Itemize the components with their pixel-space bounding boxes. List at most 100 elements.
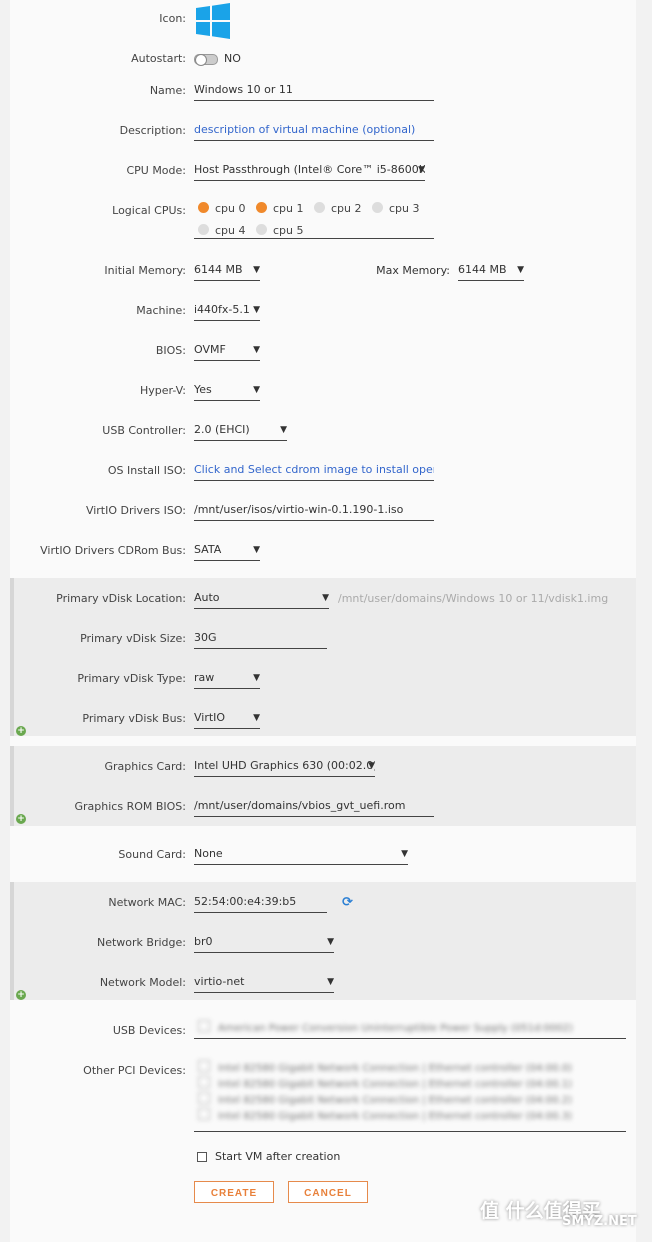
max-memory-select[interactable]: 6144 MB ▼ [458, 262, 524, 281]
graphics-card-select[interactable]: Intel UHD Graphics 630 (00:02.0) ▼ [194, 758, 375, 777]
virtio-bus-select[interactable]: SATA ▼ [194, 542, 260, 561]
graphics-rom-label: Graphics ROM BIOS: [74, 800, 187, 813]
vdisk-type-label: Primary vDisk Type: [77, 672, 186, 685]
vdisk-section: Primary vDisk Location: Auto ▼ /mnt/user… [10, 578, 636, 736]
usb-controller-select[interactable]: 2.0 (EHCI) ▼ [194, 422, 287, 441]
machine-label: Machine: [136, 304, 186, 317]
graphics-card-label: Graphics Card: [104, 760, 186, 773]
graphics-rom-input[interactable]: /mnt/user/domains/vbios_gvt_uefi.rom [194, 798, 434, 817]
usb-device-item[interactable]: American Power Conversion Uninterruptibl… [198, 1020, 573, 1034]
vdisk-type-select[interactable]: raw ▼ [194, 670, 260, 689]
chevron-down-icon: ▼ [253, 345, 260, 355]
network-bridge-label: Network Bridge: [97, 936, 186, 949]
autostart-label: Autostart: [131, 52, 186, 65]
usb-device-list: American Power Conversion Uninterruptibl… [194, 1018, 626, 1039]
vdisk-bus-select[interactable]: VirtIO ▼ [194, 710, 260, 729]
start-vm-checkbox[interactable] [197, 1152, 207, 1162]
vdisk-location-label: Primary vDisk Location: [56, 592, 186, 605]
chevron-down-icon: ▼ [327, 937, 334, 947]
chevron-down-icon: ▼ [253, 545, 260, 555]
vm-form: Icon: Autostart: NO Name: Windows 10 or … [10, 0, 637, 1242]
refresh-icon[interactable]: ⟳ [342, 895, 353, 910]
watermark-sub: SMYZ.NET [562, 1214, 637, 1229]
description-input[interactable]: description of virtual machine (optional… [194, 122, 434, 141]
cancel-button[interactable]: CANCEL [288, 1181, 368, 1203]
chevron-down-icon: ▼ [253, 305, 260, 315]
create-button[interactable]: CREATE [194, 1181, 274, 1203]
pci-device-item[interactable]: Intel 82580 Gigabit Network Connection |… [198, 1076, 572, 1090]
graphics-section: Graphics Card: Intel UHD Graphics 630 (0… [10, 746, 636, 826]
cpu-indicator-icon [256, 202, 267, 213]
cpu-mode-select[interactable]: Host Passthrough (Intel® Core™ i5-8600K)… [194, 162, 425, 181]
autostart-toggle[interactable] [194, 54, 218, 66]
pci-device-item[interactable]: Intel 82580 Gigabit Network Connection |… [198, 1060, 572, 1074]
chevron-down-icon: ▼ [401, 849, 408, 859]
machine-select[interactable]: i440fx-5.1 ▼ [194, 302, 260, 321]
usb-controller-label: USB Controller: [102, 424, 186, 437]
checkbox-icon [198, 1092, 210, 1104]
cpu-0-checkbox[interactable]: cpu 0 [198, 202, 246, 215]
icon-label: Icon: [159, 12, 186, 25]
name-input[interactable]: Windows 10 or 11 [194, 82, 434, 101]
add-network-icon[interactable]: + [16, 990, 26, 1000]
sound-select[interactable]: None ▼ [194, 846, 408, 865]
vdisk-path: /mnt/user/domains/Windows 10 or 11/vdisk… [338, 592, 609, 605]
initial-memory-select[interactable]: 6144 MB ▼ [194, 262, 260, 281]
bios-label: BIOS: [155, 344, 186, 357]
logical-cpus-row: Logical CPUs: cpu 0 cpu 1 cpu 2 cpu 3 cp… [10, 202, 636, 246]
pci-devices-label: Other PCI Devices: [83, 1064, 186, 1077]
pci-device-item[interactable]: Intel 82580 Gigabit Network Connection |… [198, 1092, 572, 1106]
cpu-indicator-icon [256, 224, 267, 235]
cpu-indicator-icon [372, 202, 383, 213]
pci-device-item[interactable]: Intel 82580 Gigabit Network Connection |… [198, 1108, 572, 1122]
network-mac-input[interactable]: 52:54:00:e4:39:b5 [194, 894, 327, 913]
hyperv-select[interactable]: Yes ▼ [194, 382, 260, 401]
pci-device-list: Intel 82580 Gigabit Network Connection |… [194, 1056, 626, 1132]
cpu-2-checkbox[interactable]: cpu 2 [314, 202, 362, 215]
start-vm-label: Start VM after creation [215, 1150, 341, 1163]
bios-select[interactable]: OVMF ▼ [194, 342, 260, 361]
cpu-indicator-icon [314, 202, 325, 213]
name-label: Name: [149, 84, 186, 97]
chevron-down-icon: ▼ [253, 385, 260, 395]
os-iso-input[interactable]: Click and Select cdrom image to install … [194, 462, 434, 481]
chevron-down-icon: ▼ [253, 265, 260, 275]
cpu-4-checkbox[interactable]: cpu 4 [198, 224, 246, 237]
cpu-1-checkbox[interactable]: cpu 1 [256, 202, 304, 215]
checkbox-icon [198, 1020, 210, 1032]
add-graphics-icon[interactable]: + [16, 814, 26, 824]
vdisk-bus-label: Primary vDisk Bus: [82, 712, 186, 725]
chevron-down-icon: ▼ [322, 593, 329, 603]
chevron-down-icon: ▼ [253, 713, 260, 723]
virtio-bus-label: VirtIO Drivers CDRom Bus: [40, 544, 186, 557]
vdisk-location-select[interactable]: Auto ▼ [194, 590, 329, 609]
add-vdisk-icon[interactable]: + [16, 726, 26, 736]
hyperv-label: Hyper-V: [139, 384, 186, 397]
vdisk-size-label: Primary vDisk Size: [80, 632, 186, 645]
chevron-down-icon: ▼ [418, 165, 425, 175]
virtio-iso-label: VirtIO Drivers ISO: [85, 504, 186, 517]
watermark: 值 什么值得买 SMYZ.NET [480, 1196, 637, 1229]
checkbox-icon [198, 1060, 210, 1072]
description-label: Description: [119, 124, 186, 137]
vdisk-size-input[interactable]: 30G [194, 630, 327, 649]
cpu-list: cpu 0 cpu 1 cpu 2 cpu 3 cpu 4 cpu 5 [194, 198, 434, 239]
autostart-value: NO [224, 52, 241, 65]
chevron-down-icon: ▼ [368, 761, 375, 771]
cpu-indicator-icon [198, 224, 209, 235]
network-bridge-select[interactable]: br0 ▼ [194, 934, 334, 953]
windows-logo-icon[interactable] [196, 2, 230, 40]
cpu-5-checkbox[interactable]: cpu 5 [256, 224, 304, 237]
logical-cpus-label: Logical CPUs: [112, 204, 186, 217]
virtio-iso-input[interactable]: /mnt/user/isos/virtio-win-0.1.190-1.iso [194, 502, 434, 521]
usb-devices-label: USB Devices: [112, 1024, 186, 1037]
cpu-3-checkbox[interactable]: cpu 3 [372, 202, 420, 215]
network-model-select[interactable]: virtio-net ▼ [194, 974, 334, 993]
cpu-indicator-icon [198, 202, 209, 213]
checkbox-icon [198, 1108, 210, 1120]
network-model-label: Network Model: [99, 976, 186, 989]
sound-label: Sound Card: [118, 848, 186, 861]
os-iso-label: OS Install ISO: [107, 464, 186, 477]
network-mac-label: Network MAC: [108, 896, 186, 909]
chevron-down-icon: ▼ [327, 977, 334, 987]
